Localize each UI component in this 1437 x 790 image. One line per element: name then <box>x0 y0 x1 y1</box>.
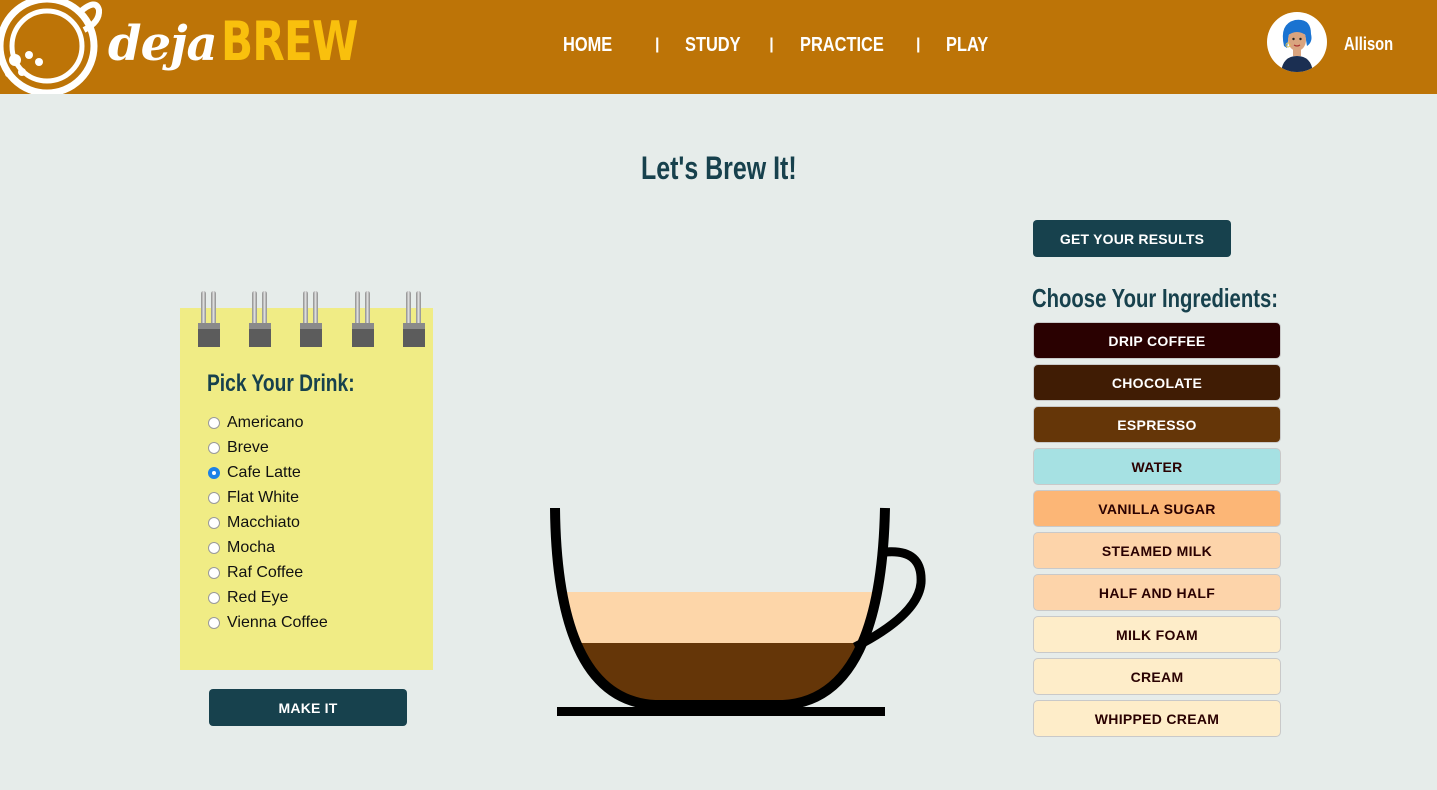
radio-button[interactable] <box>208 616 220 629</box>
notepad-title: Pick Your Drink: <box>207 370 355 397</box>
drink-label: Breve <box>227 438 269 456</box>
ingredient-button[interactable]: CREAM <box>1033 658 1281 695</box>
page-title-text: Let's Brew It! <box>640 150 797 186</box>
radio-button[interactable] <box>208 516 220 529</box>
drink-label: Raf Coffee <box>227 563 304 581</box>
ingredient-label: MILK FOAM <box>1115 626 1199 643</box>
drink-option[interactable]: Cafe Latte <box>208 460 328 485</box>
ingredient-button[interactable]: MILK FOAM <box>1033 616 1281 653</box>
drink-option[interactable]: Red Eye <box>208 585 328 610</box>
main-nav: HOME | STUDY | PRACTICE | PLAY <box>563 32 998 58</box>
ingredient-label: ESPRESSO <box>1117 416 1197 433</box>
coffee-cup-icon <box>550 507 926 716</box>
drink-option[interactable]: Mocha <box>208 535 328 560</box>
ingredient-button[interactable]: VANILLA SUGAR <box>1033 490 1281 527</box>
brand-wordmark[interactable]: deja BREW <box>108 10 396 80</box>
drink-label: Americano <box>227 413 304 431</box>
drink-option[interactable]: Americano <box>208 410 328 435</box>
nav-separator: | <box>769 36 774 53</box>
drink-notepad: Pick Your Drink: Americano Breve Cafe La… <box>180 291 433 670</box>
notepad-ring-icon <box>198 291 220 347</box>
nav-separator: | <box>655 36 660 53</box>
ingredient-button[interactable]: WHIPPED CREAM <box>1033 700 1281 737</box>
drink-option[interactable]: Breve <box>208 435 328 460</box>
notepad-ring-icon <box>249 291 271 347</box>
drink-option[interactable]: Vienna Coffee <box>208 610 328 635</box>
ingredients-title: Choose Your Ingredients: <box>1032 283 1279 313</box>
drink-option[interactable]: Macchiato <box>208 510 328 535</box>
drink-radio-list: Americano Breve Cafe Latte Flat White Ma… <box>208 410 328 635</box>
ingredient-button[interactable]: ESPRESSO <box>1033 406 1281 443</box>
drink-option[interactable]: Flat White <box>208 485 328 510</box>
drink-label: Cafe Latte <box>227 463 301 481</box>
radio-button[interactable] <box>208 566 220 579</box>
page-title: Let's Brew It! <box>0 150 1437 187</box>
notepad-ring-icon <box>352 291 374 347</box>
user-name[interactable]: Allison <box>1344 34 1393 55</box>
brand-brew: BREW <box>220 10 358 73</box>
nav-home[interactable]: HOME <box>563 34 612 57</box>
radio-button[interactable] <box>208 441 220 454</box>
ingredient-label: CREAM <box>1130 668 1184 685</box>
radio-button[interactable] <box>208 416 220 429</box>
drink-label: Macchiato <box>227 513 300 531</box>
user-avatar-icon[interactable] <box>1267 12 1327 72</box>
radio-button[interactable] <box>208 541 220 554</box>
ingredient-label: WHIPPED CREAM <box>1094 710 1220 727</box>
radio-button[interactable] <box>208 591 220 604</box>
coffee-cup-logo-icon[interactable] <box>0 0 105 94</box>
ingredient-button[interactable]: DRIP COFFEE <box>1033 322 1281 359</box>
top-header: deja BREW HOME | STUDY | PRACTICE | PLAY… <box>0 0 1437 94</box>
notepad-ring-icon <box>300 291 322 347</box>
brand-deja: deja <box>108 16 218 72</box>
drink-label: Mocha <box>227 538 276 556</box>
notepad-ring-icon <box>403 291 425 347</box>
ingredient-button[interactable]: STEAMED MILK <box>1033 532 1281 569</box>
get-results-button[interactable]: GET YOUR RESULTS <box>1033 220 1231 257</box>
drink-label: Red Eye <box>227 588 289 606</box>
drink-label: Flat White <box>227 488 300 506</box>
drink-option[interactable]: Raf Coffee <box>208 560 328 585</box>
nav-practice[interactable]: PRACTICE <box>800 34 884 57</box>
ingredient-button[interactable]: WATER <box>1033 448 1281 485</box>
nav-study[interactable]: STUDY <box>685 34 741 57</box>
ingredient-button[interactable]: CHOCOLATE <box>1033 364 1281 401</box>
drink-label: Vienna Coffee <box>227 613 328 631</box>
ingredient-button[interactable]: HALF AND HALF <box>1033 574 1281 611</box>
ingredient-label: STEAMED MILK <box>1101 542 1213 559</box>
ingredient-label: HALF AND HALF <box>1098 584 1216 601</box>
ingredient-label: WATER <box>1131 458 1183 475</box>
nav-separator: | <box>916 36 921 53</box>
nav-play[interactable]: PLAY <box>946 34 988 57</box>
radio-button[interactable] <box>208 491 220 504</box>
radio-button-selected[interactable] <box>208 466 220 479</box>
ingredient-label: VANILLA SUGAR <box>1098 500 1216 517</box>
ingredient-label: DRIP COFFEE <box>1108 332 1206 349</box>
ingredient-label: CHOCOLATE <box>1111 374 1203 391</box>
make-it-button[interactable]: MAKE IT <box>209 689 407 726</box>
